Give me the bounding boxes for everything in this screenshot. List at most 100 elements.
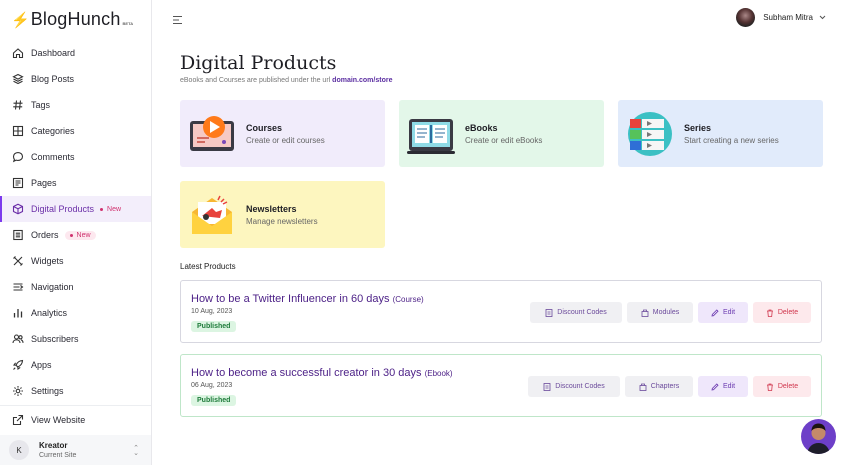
site-subtitle: Current Site [39, 452, 77, 459]
sidebar-item-tags[interactable]: Tags [0, 92, 151, 118]
chevron-updown-icon: ⌃ ⌄ [133, 445, 139, 457]
sidebar-item-apps[interactable]: Apps [0, 352, 151, 378]
ebooks-card-text: eBooks Create or edit eBooks [465, 123, 542, 145]
sidebar-item-subscribers[interactable]: Subscribers [0, 326, 151, 352]
sidebar-divider [0, 405, 151, 406]
box-icon [639, 383, 647, 391]
support-avatar-icon [807, 423, 830, 454]
user-avatar [736, 8, 756, 27]
sidebar-item-digital-products[interactable]: Digital Products New [0, 196, 151, 222]
menu-toggle-button[interactable] [172, 12, 184, 30]
site-avatar: K [9, 440, 29, 460]
sidebar-item-comments[interactable]: Comments [0, 144, 151, 170]
sidebar-item-orders[interactable]: Orders New [0, 222, 151, 248]
series-icon [628, 111, 672, 156]
card-title: Series [684, 122, 712, 133]
sidebar-nav: Dashboard Blog Posts Tags Categories Com… [0, 40, 151, 404]
view-website-label: View Website [31, 415, 86, 425]
card-title: Courses [246, 122, 283, 133]
sidebar-item-analytics[interactable]: Analytics [0, 300, 151, 326]
brand-logo[interactable]: ⚡ BlogHunch BETA [11, 9, 133, 30]
sidebar-item-dashboard[interactable]: Dashboard [0, 40, 151, 66]
product-actions: Discount Codes Chapters Edit Delete [528, 376, 811, 397]
gear-icon [11, 385, 24, 398]
grid-icon [11, 125, 24, 138]
chapters-button[interactable]: Chapters [625, 376, 693, 397]
subtitle-text: eBooks and Courses are published under t… [180, 77, 331, 84]
product-row: How to be a Twitter Influencer in 60 day… [180, 280, 822, 343]
latest-products-heading: Latest Products [180, 262, 236, 271]
home-icon [11, 47, 24, 60]
bolt-icon: ⚡ [11, 12, 30, 29]
hash-icon [11, 99, 24, 112]
sidebar-item-label: Categories [31, 126, 75, 136]
tools-icon [11, 255, 24, 268]
comment-icon [11, 151, 24, 164]
discount-codes-button[interactable]: Discount Codes [528, 376, 620, 397]
video-course-icon [190, 115, 234, 151]
support-chat-button[interactable] [801, 419, 836, 454]
new-badge: New [100, 205, 126, 214]
sidebar-item-label: Navigation [31, 282, 74, 292]
new-badge: New [64, 230, 96, 240]
card-description: Start creating a new series [684, 135, 779, 145]
brand-name: BlogHunch [30, 9, 121, 29]
sidebar-item-label: Widgets [31, 256, 64, 266]
newsletter-megaphone-icon [192, 195, 232, 234]
document-icon [543, 382, 551, 391]
delete-button[interactable]: Delete [753, 302, 811, 323]
pencil-icon [711, 308, 719, 317]
page-title: Digital Products [180, 52, 337, 74]
sidebar-item-label: Apps [31, 360, 52, 370]
edit-button[interactable]: Edit [698, 302, 748, 323]
product-title[interactable]: How to be a Twitter Influencer in 60 day… [191, 293, 424, 305]
sidebar-item-label: Comments [31, 152, 75, 162]
series-card[interactable]: Series Start creating a new series [618, 100, 823, 167]
ebooks-card[interactable]: eBooks Create or edit eBooks [399, 100, 604, 167]
sidebar-item-label: Pages [31, 178, 57, 188]
product-row: How to become a successful creator in 30… [180, 354, 822, 417]
product-title[interactable]: How to become a successful creator in 30… [191, 367, 453, 379]
sidebar-item-navigation[interactable]: Navigation [0, 274, 151, 300]
card-title: eBooks [465, 122, 498, 133]
sidebar-item-settings[interactable]: Settings [0, 378, 151, 404]
trash-icon [766, 309, 773, 317]
edit-button[interactable]: Edit [698, 376, 748, 397]
site-switcher[interactable]: K Kreator Current Site ⌃ ⌄ [0, 435, 151, 465]
store-url-link[interactable]: domain.com/store [332, 77, 392, 84]
courses-card[interactable]: Courses Create or edit courses [180, 100, 385, 167]
box-icon [641, 309, 649, 317]
product-actions: Discount Codes Modules Edit Delete [530, 302, 811, 323]
list-icon [11, 229, 24, 242]
site-info: Kreator Current Site [39, 441, 76, 459]
sidebar-item-label: Subscribers [31, 334, 79, 344]
sidebar-item-label: Dashboard [31, 48, 76, 58]
courses-card-text: Courses Create or edit courses [246, 123, 325, 145]
status-badge: Published [191, 395, 237, 406]
sidebar-item-label: Tags [31, 100, 51, 110]
product-type: (Course) [392, 295, 424, 304]
sidebar-item-label: Digital Products [31, 204, 95, 214]
trash-icon [766, 383, 773, 391]
beta-label: BETA [122, 21, 134, 26]
user-menu[interactable]: Subham Mitra [736, 8, 826, 27]
card-description: Create or edit eBooks [465, 135, 543, 145]
sidebar-item-pages[interactable]: Pages [0, 170, 151, 196]
card-title: Newsletters [246, 203, 297, 214]
discount-codes-button[interactable]: Discount Codes [530, 302, 622, 323]
sidebar-item-widgets[interactable]: Widgets [0, 248, 151, 274]
newsletters-card-text: Newsletters Manage newsletters [246, 204, 318, 226]
hamburger-icon [173, 15, 182, 25]
newsletters-card[interactable]: Newsletters Manage newsletters [180, 181, 385, 248]
document-icon [545, 308, 553, 317]
site-name: Kreator [39, 441, 68, 450]
card-description: Manage newsletters [246, 216, 318, 226]
delete-button[interactable]: Delete [753, 376, 811, 397]
modules-button[interactable]: Modules [627, 302, 693, 323]
sidebar-item-categories[interactable]: Categories [0, 118, 151, 144]
box-icon [11, 203, 24, 216]
sidebar-item-blog-posts[interactable]: Blog Posts [0, 66, 151, 92]
external-link-icon [11, 414, 24, 427]
sidebar: ⚡ BlogHunch BETA Dashboard Blog Posts Ta… [0, 0, 152, 465]
view-website-link[interactable]: View Website [0, 407, 151, 433]
